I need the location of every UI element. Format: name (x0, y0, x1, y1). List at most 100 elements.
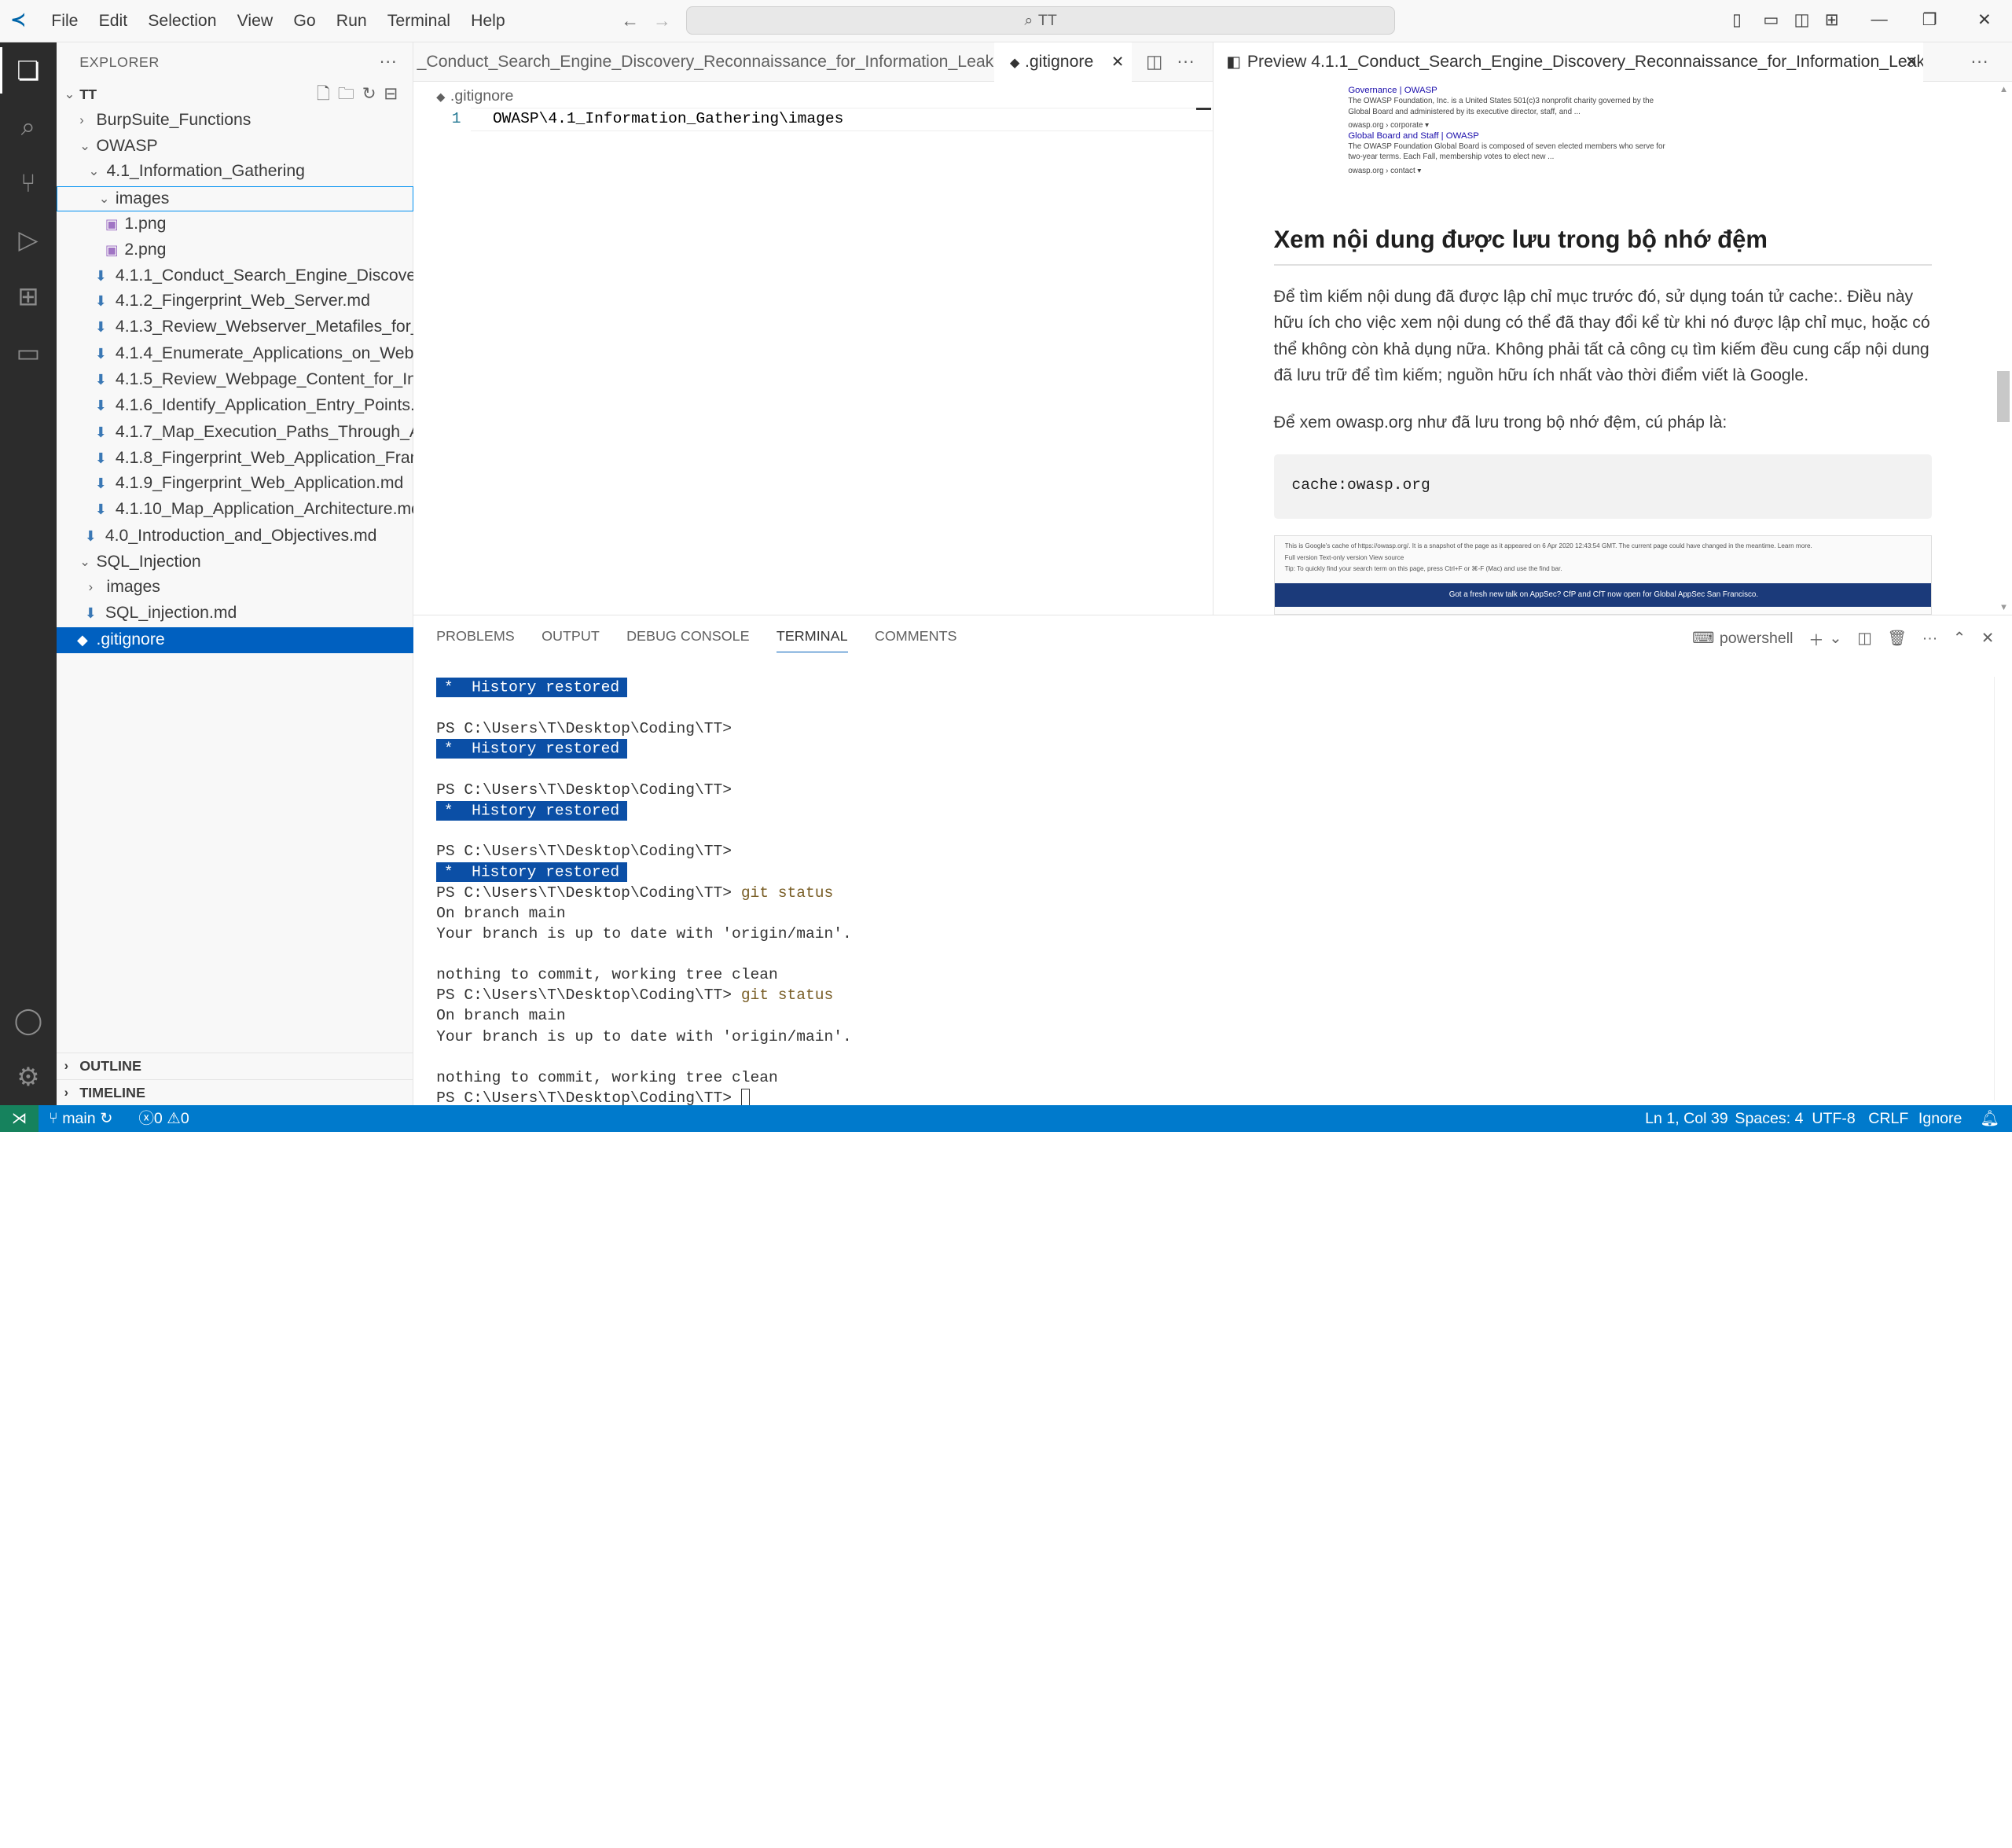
menu-go[interactable]: Go (283, 12, 325, 31)
file-md[interactable]: ⬇ 4.1.10_Map_Application_Architecture.md (57, 497, 413, 523)
minimize-icon[interactable]: — (1871, 10, 1887, 29)
notifications-bell-icon[interactable]: 🔔︎ (1980, 1105, 1999, 1132)
folder-images[interactable]: ⌄ images (57, 186, 413, 212)
folder-images-sql[interactable]: › images (57, 575, 413, 601)
settings-gear-icon[interactable]: ⚙ (10, 1059, 46, 1095)
file-1-png[interactable]: ▣ 1.png (57, 211, 413, 237)
menu-selection[interactable]: Selection (138, 12, 226, 31)
close-tab-icon[interactable]: ✕ (1905, 42, 1918, 83)
tree-actions[interactable]: 🗋🗀↻⊟ (317, 82, 406, 108)
tab-debug-console[interactable]: DEBUG CONSOLE (626, 628, 750, 652)
terminal-shell-name[interactable]: powershell (1720, 630, 1794, 648)
file-md[interactable]: ⬇ 4.1.9_Fingerprint_Web_Application.md (57, 471, 413, 497)
folder-information-gathering[interactable]: ⌄ 4.1_Information_Gathering (57, 159, 413, 185)
sync-icon[interactable]: ↻ (100, 1110, 112, 1127)
scroll-down-icon[interactable]: ▼ (1999, 603, 2008, 612)
text-editor[interactable]: ◆ .gitignore 1 OWASP\4.1_Information_Gath… (413, 82, 1213, 615)
language-mode[interactable]: Ignore (1918, 1105, 1962, 1132)
file-md[interactable]: ⬇ 4.1.6_Identify_Application_Entry_Point… (57, 393, 413, 419)
remote-explorer-icon[interactable]: ▭ (10, 335, 46, 371)
extensions-icon[interactable]: ⊞ (10, 278, 46, 314)
outline-section[interactable]: › OUTLINE (56, 1052, 413, 1078)
more-actions-icon[interactable]: ··· (1177, 50, 1195, 72)
back-arrow-icon[interactable]: ← (621, 10, 639, 31)
menu-terminal[interactable]: Terminal (377, 12, 461, 31)
menu-view[interactable]: View (227, 12, 284, 31)
menu-run[interactable]: Run (326, 12, 377, 31)
toggle-sidebar-icon[interactable]: ▯ (1732, 10, 1742, 30)
toggle-panel-icon[interactable]: ▭ (1763, 10, 1779, 30)
explorer-icon[interactable]: ❏ (0, 47, 46, 94)
forward-arrow-icon[interactable]: → (653, 10, 671, 31)
menu-edit[interactable]: Edit (89, 12, 138, 31)
end-of-line[interactable]: CRLF (1868, 1105, 1908, 1132)
trash-icon[interactable]: 🗑 (1887, 629, 1907, 648)
file-md[interactable]: ⬇ 4.1.5_Review_Webpage_Content_for_Infor… (57, 367, 413, 393)
tab-gitignore[interactable]: ◆ .gitignore ✕ (994, 42, 1133, 83)
run-debug-icon[interactable]: ▷ (10, 222, 46, 258)
file-md[interactable]: ⬇ 4.1.7_Map_Execution_Paths_Through_Appl… (57, 420, 413, 446)
terminal-scrollbar[interactable] (1994, 677, 2012, 1101)
file-md[interactable]: ⬇ 4.1.2_Fingerprint_Web_Server.md (57, 288, 413, 314)
branch-indicator[interactable]: ⑂ main ↻ (49, 1105, 113, 1132)
file-sql-injection-md[interactable]: ⬇ SQL_injection.md (57, 601, 413, 626)
markdown-icon: ⬇ (94, 397, 107, 413)
command-center-search[interactable]: ⌕ TT (686, 6, 1395, 35)
encoding[interactable]: UTF-8 (1812, 1105, 1855, 1132)
tab-comments[interactable]: COMMENTS (875, 628, 957, 652)
problems-indicator[interactable]: ⓧ0 ⚠0 (138, 1105, 189, 1132)
maximize-icon[interactable]: ❐ (1922, 10, 1937, 30)
new-file-icon[interactable]: 🗋 (317, 85, 338, 103)
folder-sql-injection[interactable]: ⌄ SQL_Injection (57, 549, 413, 575)
remote-indicator-icon[interactable]: ⋊ (0, 1104, 39, 1133)
folder-burpsuite[interactable]: › BurpSuite_Functions (57, 108, 413, 134)
file-2-png[interactable]: ▣ 2.png (57, 237, 413, 263)
file-gitignore[interactable]: ◆ .gitignore (56, 627, 413, 654)
file-md[interactable]: ⬇ 4.1.3_Review_Webserver_Metafiles_for_I… (57, 314, 413, 340)
more-actions-icon[interactable]: ··· (1970, 50, 1988, 72)
accounts-icon[interactable]: ◯ (10, 1002, 46, 1038)
breadcrumb[interactable]: ◆ .gitignore (436, 87, 513, 105)
file-md[interactable]: ⬇ 4.1.8_Fingerprint_Web_Application_Fram… (57, 446, 413, 472)
collapse-all-icon[interactable]: ⊟ (384, 85, 406, 103)
tab-conduct-search[interactable]: _Conduct_Search_Engine_Discovery_Reconna… (413, 42, 995, 83)
tab-terminal[interactable]: TERMINAL (776, 628, 848, 652)
search-view-icon[interactable]: ⌕ (10, 109, 46, 145)
file-md[interactable]: ⬇ 4.1.1_Conduct_Search_Engine_Discovery_… (57, 263, 413, 289)
close-window-icon[interactable]: ✕ (1977, 10, 1992, 30)
snippet-link[interactable]: Governance | OWASP (1348, 86, 1669, 96)
split-editor-icon[interactable]: ◫ (1146, 51, 1163, 72)
code-line[interactable]: OWASP\4.1_Information_Gathering\images (493, 110, 843, 127)
tab-preview[interactable]: ◧ Preview 4.1.1_Conduct_Search_Engine_Dis… (1213, 42, 1923, 83)
terminal-prompt: PS C:\Users\T\Desktop\Coding\TT> (436, 781, 732, 799)
file-md[interactable]: ⬇ 4.0_Introduction_and_Objectives.md (57, 524, 413, 549)
folder-owasp[interactable]: ⌄ OWASP (57, 134, 413, 160)
chevron-down-icon[interactable]: ⌄ (1829, 629, 1841, 648)
scrollbar-thumb[interactable] (1996, 370, 2010, 423)
folder-root[interactable]: ⌄ TT 🗋🗀↻⊟ (57, 82, 413, 108)
tab-output[interactable]: OUTPUT (542, 628, 600, 652)
more-actions-icon[interactable]: ··· (1922, 630, 1938, 648)
indentation[interactable]: Spaces: 4 (1735, 1105, 1803, 1132)
snippet-link[interactable]: Global Board and Staff | OWASP (1348, 131, 1669, 141)
scroll-up-icon[interactable]: ▲ (1999, 85, 2008, 94)
new-folder-icon[interactable]: 🗀 (338, 85, 362, 103)
source-control-icon[interactable]: ⑂ (10, 166, 46, 202)
menu-file[interactable]: File (41, 12, 88, 31)
maximize-panel-icon[interactable]: ⌃ (1953, 629, 1966, 648)
refresh-icon[interactable]: ↻ (362, 85, 384, 103)
timeline-section[interactable]: › TIMELINE (56, 1079, 413, 1105)
split-terminal-icon[interactable]: ◫ (1857, 629, 1872, 648)
close-tab-icon[interactable]: ✕ (1111, 42, 1124, 83)
markdown-preview[interactable]: Governance | OWASP The OWASP Foundation,… (1212, 82, 2012, 615)
tab-problems[interactable]: PROBLEMS (436, 628, 515, 652)
close-panel-icon[interactable]: ✕ (1981, 629, 1994, 648)
preview-scrollbar[interactable]: ▲ ▼ (1994, 82, 2012, 615)
more-actions-icon[interactable]: ··· (379, 50, 397, 72)
cursor-position[interactable]: Ln 1, Col 39 (1645, 1105, 1728, 1132)
menu-help[interactable]: Help (461, 12, 516, 31)
new-terminal-icon[interactable]: ＋ (1808, 627, 1824, 650)
file-md[interactable]: ⬇ 4.1.4_Enumerate_Applications_on_Webser… (57, 341, 413, 367)
toggle-secondary-sidebar-icon[interactable]: ◫ (1794, 10, 1810, 30)
customize-layout-icon[interactable]: ⊞ (1825, 10, 1839, 30)
